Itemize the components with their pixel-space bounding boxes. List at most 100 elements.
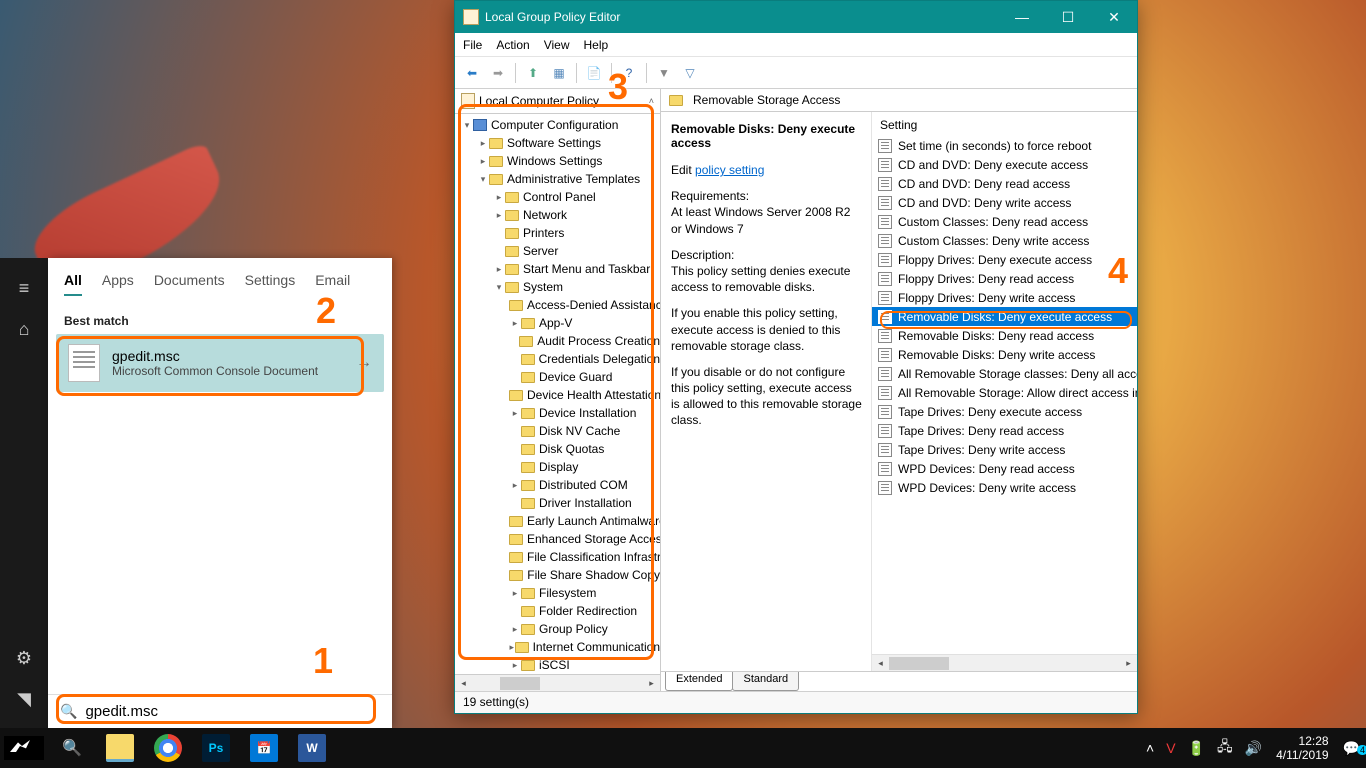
- tree-computer-configuration[interactable]: ▾Computer Configuration: [455, 116, 660, 134]
- tree-distributed-com[interactable]: ▸Distributed COM: [455, 476, 660, 494]
- setting-row[interactable]: Floppy Drives: Deny read access: [872, 269, 1137, 288]
- tree-disk-nv[interactable]: Disk NV Cache: [455, 422, 660, 440]
- setting-row[interactable]: Floppy Drives: Deny execute access: [872, 250, 1137, 269]
- tree-enhanced-storage[interactable]: Enhanced Storage Access: [455, 530, 660, 548]
- menu-help[interactable]: Help: [584, 38, 609, 52]
- tree-horizontal-scrollbar[interactable]: ◂▸: [455, 674, 660, 691]
- tree-windows-settings[interactable]: ▸Windows Settings: [455, 152, 660, 170]
- setting-row[interactable]: Set time (in seconds) to force reboot: [872, 136, 1137, 155]
- tree-device-health[interactable]: Device Health Attestation: [455, 386, 660, 404]
- up-button[interactable]: ⬆: [522, 62, 544, 84]
- search-tab-all[interactable]: All: [64, 272, 82, 296]
- tree-access-denied[interactable]: Access-Denied Assistance: [455, 296, 660, 314]
- show-tree-button[interactable]: ▦: [548, 62, 570, 84]
- setting-row[interactable]: CD and DVD: Deny read access: [872, 174, 1137, 193]
- tree-credentials-deleg[interactable]: Credentials Delegation: [455, 350, 660, 368]
- setting-row[interactable]: Removable Disks: Deny read access: [872, 326, 1137, 345]
- tree-file-share-shadow[interactable]: File Share Shadow Copy: [455, 566, 660, 584]
- tray-battery-icon[interactable]: 🔋: [1182, 740, 1211, 757]
- tree-system[interactable]: ▾System: [455, 278, 660, 296]
- tray-network-icon[interactable]: 🖧: [1211, 736, 1239, 760]
- filter-button[interactable]: ▼: [653, 62, 675, 84]
- tree-app-v[interactable]: ▸App-V: [455, 314, 660, 332]
- tree-filesystem[interactable]: ▸Filesystem: [455, 584, 660, 602]
- back-button[interactable]: ⬅: [461, 62, 483, 84]
- setting-row[interactable]: Tape Drives: Deny execute access: [872, 402, 1137, 421]
- setting-row[interactable]: CD and DVD: Deny execute access: [872, 155, 1137, 174]
- menu-file[interactable]: File: [463, 38, 482, 52]
- setting-row[interactable]: WPD Devices: Deny write access: [872, 478, 1137, 497]
- search-result-gpedit[interactable]: gpedit.msc Microsoft Common Console Docu…: [56, 334, 384, 392]
- setting-row[interactable]: Floppy Drives: Deny write access: [872, 288, 1137, 307]
- taskbar-photoshop[interactable]: Ps: [192, 728, 240, 768]
- setting-row[interactable]: Removable Disks: Deny execute access: [872, 307, 1137, 326]
- tree-folder-redirection[interactable]: Folder Redirection: [455, 602, 660, 620]
- taskbar-calendar[interactable]: 📅: [240, 728, 288, 768]
- tree-disk-quotas[interactable]: Disk Quotas: [455, 440, 660, 458]
- home-icon[interactable]: ⌂: [19, 319, 30, 340]
- start-button[interactable]: [0, 728, 48, 768]
- tree-display[interactable]: Display: [455, 458, 660, 476]
- filter-options-button[interactable]: ▽: [679, 62, 701, 84]
- tree-header[interactable]: Local Computer Policy ˄: [455, 89, 660, 114]
- maximize-button[interactable]: ☐: [1045, 1, 1091, 33]
- minimize-button[interactable]: —: [999, 1, 1045, 33]
- chevron-up-icon[interactable]: ˄: [649, 96, 654, 106]
- tree-file-classification[interactable]: File Classification Infrastructure: [455, 548, 660, 566]
- search-tab-apps[interactable]: Apps: [102, 272, 134, 296]
- menu-action[interactable]: Action: [496, 38, 529, 52]
- tree-device-install[interactable]: ▸Device Installation: [455, 404, 660, 422]
- search-input[interactable]: [85, 703, 380, 720]
- close-button[interactable]: ✕: [1091, 1, 1137, 33]
- user-icon[interactable]: ◥: [17, 689, 31, 710]
- tray-expand-icon[interactable]: ˄: [1140, 740, 1160, 756]
- tab-extended[interactable]: Extended: [665, 672, 733, 691]
- tree-iscsi[interactable]: ▸iSCSI: [455, 656, 660, 674]
- settings-horizontal-scrollbar[interactable]: ◂▸: [872, 654, 1137, 671]
- taskbar-chrome[interactable]: [144, 728, 192, 768]
- taskbar-word[interactable]: W: [288, 728, 336, 768]
- action-center-icon[interactable]: 💬4: [1337, 740, 1366, 757]
- menu-view[interactable]: View: [544, 38, 570, 52]
- setting-row[interactable]: Removable Disks: Deny write access: [872, 345, 1137, 364]
- taskbar-file-explorer[interactable]: [96, 728, 144, 768]
- tree-start-menu[interactable]: ▸Start Menu and Taskbar: [455, 260, 660, 278]
- search-tab-settings[interactable]: Settings: [245, 272, 296, 296]
- policy-setting-icon: [878, 291, 892, 305]
- taskbar-search-button[interactable]: 🔍: [48, 728, 96, 768]
- setting-row[interactable]: All Removable Storage: Allow direct acce…: [872, 383, 1137, 402]
- tree-admin-templates[interactable]: ▾Administrative Templates: [455, 170, 660, 188]
- tab-standard[interactable]: Standard: [732, 672, 799, 691]
- settings-gear-icon[interactable]: ⚙: [16, 648, 32, 669]
- tree-software-settings[interactable]: ▸Software Settings: [455, 134, 660, 152]
- setting-row[interactable]: WPD Devices: Deny read access: [872, 459, 1137, 478]
- titlebar[interactable]: Local Group Policy Editor — ☐ ✕: [455, 1, 1137, 33]
- tree-early-launch[interactable]: Early Launch Antimalware: [455, 512, 660, 530]
- tree-scroll[interactable]: ▾Computer Configuration ▸Software Settin…: [455, 114, 660, 674]
- tree-internet-comm[interactable]: ▸Internet Communication: [455, 638, 660, 656]
- tree-group-policy[interactable]: ▸Group Policy: [455, 620, 660, 638]
- edit-policy-link[interactable]: policy setting: [695, 163, 764, 177]
- setting-row[interactable]: CD and DVD: Deny write access: [872, 193, 1137, 212]
- setting-row[interactable]: Custom Classes: Deny write access: [872, 231, 1137, 250]
- tree-driver-install[interactable]: Driver Installation: [455, 494, 660, 512]
- tree-audit-process[interactable]: Audit Process Creation: [455, 332, 660, 350]
- export-button[interactable]: 📄: [583, 62, 605, 84]
- hamburger-icon[interactable]: ≡: [19, 278, 30, 299]
- settings-column-header[interactable]: Setting: [872, 112, 1137, 136]
- setting-row[interactable]: Tape Drives: Deny write access: [872, 440, 1137, 459]
- tray-volume-icon[interactable]: 🔊: [1239, 740, 1268, 757]
- forward-button[interactable]: ➡: [487, 62, 509, 84]
- search-tab-documents[interactable]: Documents: [154, 272, 225, 296]
- tree-printers[interactable]: Printers: [455, 224, 660, 242]
- tray-vivaldi-icon[interactable]: V: [1160, 740, 1181, 756]
- setting-row[interactable]: Custom Classes: Deny read access: [872, 212, 1137, 231]
- arrow-right-icon[interactable]: →: [356, 354, 372, 372]
- setting-row[interactable]: Tape Drives: Deny read access: [872, 421, 1137, 440]
- tree-network[interactable]: ▸Network: [455, 206, 660, 224]
- tree-device-guard[interactable]: Device Guard: [455, 368, 660, 386]
- setting-row[interactable]: All Removable Storage classes: Deny all …: [872, 364, 1137, 383]
- tree-server[interactable]: Server: [455, 242, 660, 260]
- taskbar-clock[interactable]: 12:28 4/11/2019: [1268, 734, 1337, 763]
- tree-control-panel[interactable]: ▸Control Panel: [455, 188, 660, 206]
